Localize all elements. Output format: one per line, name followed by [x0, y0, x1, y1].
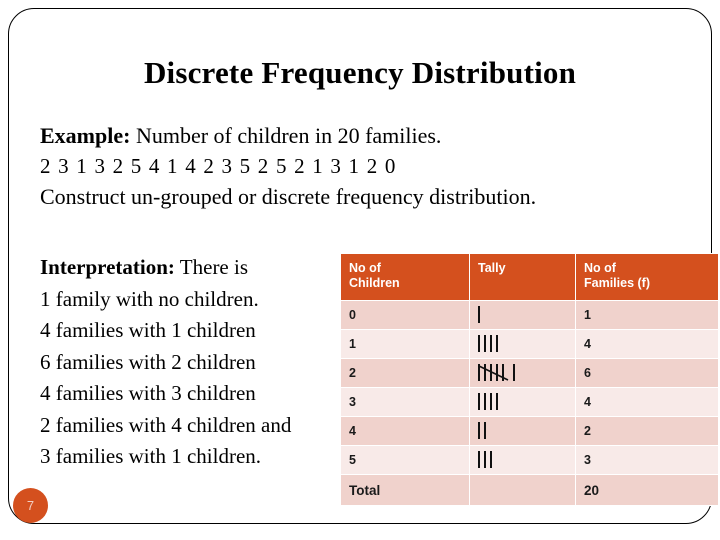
- cell-children: 2: [341, 359, 469, 387]
- interpretation-line: 4 families with 1 children: [40, 318, 256, 342]
- tally-marks: [478, 334, 502, 354]
- column-header-tally: Tally: [470, 254, 575, 300]
- cell-tally: [470, 417, 575, 445]
- tally-group: [478, 450, 496, 468]
- tally-bar: [484, 450, 486, 468]
- table-row: 34: [341, 388, 718, 416]
- cell-families: 4: [576, 388, 718, 416]
- interpretation-label: Interpretation:: [40, 255, 175, 279]
- tally-bar: [496, 363, 498, 381]
- interpretation-line: 2 families with 4 children and: [40, 412, 292, 437]
- tally-group: [478, 334, 502, 352]
- frequency-distribution-table: No of Children Tally No of Families (f) 01…: [340, 253, 719, 506]
- tally-bar: [478, 421, 480, 439]
- example-instruction: Construct un-grouped or discrete frequen…: [40, 184, 537, 209]
- column-header-tally-line1: Tally: [478, 261, 506, 275]
- cell-families: 2: [576, 417, 718, 445]
- tally-bar: [490, 392, 492, 410]
- tally-marks: [478, 421, 490, 441]
- table-row: 42: [341, 417, 718, 445]
- tally-bar: [478, 305, 480, 323]
- table-body: 0 1 1 4 2 6 3 4 4 2 5 3 Total 20: [341, 301, 718, 505]
- tally-bar: [484, 392, 486, 410]
- cell-children: 3: [341, 388, 469, 416]
- cell-children: 4: [341, 417, 469, 445]
- slide-canvas: Discrete Frequency Distribution Example:…: [0, 0, 720, 540]
- cell-children: 5: [341, 446, 469, 474]
- tally-bar: [478, 392, 480, 410]
- cell-tally: [470, 330, 575, 358]
- cell-families: 6: [576, 359, 718, 387]
- example-label: Example:: [40, 123, 131, 148]
- table-total-row: Total 20: [341, 475, 718, 505]
- tally-group: [478, 363, 509, 381]
- tally-bar: [490, 334, 492, 352]
- tally-bar: [490, 450, 492, 468]
- interpretation-line: 6 families with 2 children: [40, 349, 256, 374]
- tally-bar: [513, 363, 515, 381]
- page-title: Discrete Frequency Distribution: [143, 55, 577, 90]
- cell-children: 1: [341, 330, 469, 358]
- cell-children: 0: [341, 301, 469, 329]
- tally-bar: [484, 334, 486, 352]
- cell-tally: [470, 301, 575, 329]
- table-row: 26: [341, 359, 718, 387]
- example-data-sequence: 2 3 1 3 2 5 4 1 4 2 3 5 2 5 2 1 3 1 2 0: [40, 154, 397, 178]
- example-statement: Number of children in 20 families.: [130, 123, 442, 148]
- tally-bar: [484, 421, 486, 439]
- tally-marks: [478, 450, 496, 470]
- tally-marks: [478, 305, 484, 325]
- column-header-families-line2: Families (f): [584, 276, 650, 290]
- example-statement-line: Example: Number of children in 20 famili…: [40, 120, 640, 151]
- cell-tally: [470, 388, 575, 416]
- tally-bar: [484, 363, 486, 381]
- interpretation-lead: There is: [174, 255, 249, 279]
- interpretation-line: 4 families with 3 children: [40, 381, 256, 405]
- interpretation-heading-line: Interpretation: There is: [40, 252, 340, 284]
- interpretation-block: Interpretation: There is 1 family with n…: [40, 252, 340, 473]
- tally-bar: [496, 334, 498, 352]
- tally-group: [478, 421, 490, 439]
- table-row: 53: [341, 446, 718, 474]
- tally-marks: [478, 363, 519, 383]
- column-header-families: No of Families (f): [576, 254, 718, 300]
- tally-group: [478, 305, 484, 323]
- table-header: No of Children Tally No of Families (f): [341, 254, 718, 300]
- cell-families: 3: [576, 446, 718, 474]
- tally-bar: [478, 363, 480, 381]
- tally-group: [513, 363, 519, 381]
- tally-bar: [490, 363, 492, 381]
- tally-bar: [478, 334, 480, 352]
- cell-families: 4: [576, 330, 718, 358]
- tally-bar: [478, 450, 480, 468]
- tally-group: [478, 392, 502, 410]
- interpretation-line: 3 families with 1 children.: [40, 444, 262, 468]
- example-block: Example: Number of children in 20 famili…: [40, 120, 640, 212]
- table-row: 14: [341, 330, 718, 358]
- tally-bar: [496, 392, 498, 410]
- table-header-row: No of Children Tally No of Families (f): [341, 254, 718, 300]
- column-header-children-line2: Children: [349, 276, 400, 290]
- tally-bar: [502, 363, 504, 381]
- cell-tally: [470, 359, 575, 387]
- cell-total-families: 20: [576, 475, 718, 505]
- column-header-children: No of Children: [341, 254, 469, 300]
- cell-total-tally: [470, 475, 575, 505]
- page-number-badge: 7: [13, 488, 48, 523]
- table-row: 01: [341, 301, 718, 329]
- column-header-children-line1: No of: [349, 261, 381, 275]
- tally-marks: [478, 392, 502, 412]
- column-header-families-line1: No of: [584, 261, 616, 275]
- cell-total-label: Total: [341, 475, 469, 505]
- interpretation-line: 1 family with no children.: [40, 286, 259, 311]
- cell-families: 1: [576, 301, 718, 329]
- cell-tally: [470, 446, 575, 474]
